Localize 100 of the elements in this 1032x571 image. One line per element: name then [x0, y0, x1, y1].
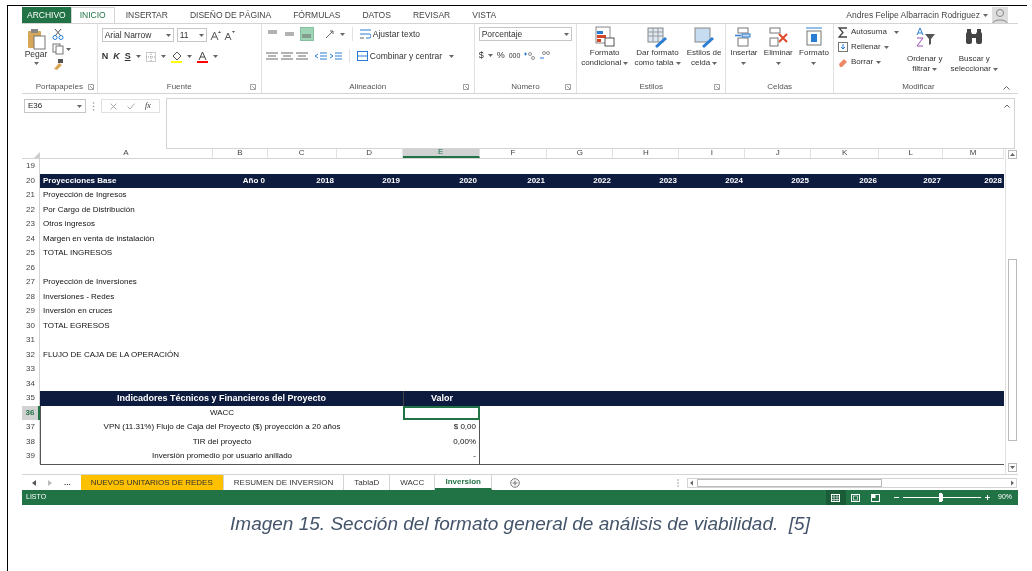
- cancel-icon[interactable]: [110, 102, 117, 110]
- column-header[interactable]: E: [402, 148, 480, 158]
- bold-button[interactable]: N: [101, 50, 109, 64]
- horizontal-align-icon[interactable]: [295, 51, 308, 61]
- dialog-launcher-icon[interactable]: [87, 84, 94, 90]
- autosum-button[interactable]: Autosuma: [837, 26, 899, 38]
- column-header[interactable]: M: [943, 148, 1004, 158]
- dialog-launcher-icon[interactable]: [249, 84, 256, 90]
- column-header[interactable]: K: [811, 148, 880, 158]
- font-color-icon[interactable]: [196, 50, 208, 63]
- column-header[interactable]: H: [613, 148, 680, 158]
- borders-icon[interactable]: [145, 51, 156, 62]
- merge-center-button[interactable]: Combinar y centrar: [356, 49, 443, 63]
- styles-button[interactable]: Formato condicional: [581, 26, 629, 68]
- avatar-icon[interactable]: [992, 7, 1008, 23]
- column-header[interactable]: L: [879, 148, 944, 158]
- fill-button[interactable]: Rellenar: [837, 41, 899, 53]
- ribbon-tab[interactable]: DISEÑO DE PÁGINA: [178, 7, 283, 23]
- scroll-right-icon[interactable]: [1008, 478, 1016, 487]
- paste-button[interactable]: Pegar: [24, 28, 48, 65]
- currency-button[interactable]: $: [478, 49, 484, 63]
- sort-filter-button[interactable]: Ordenar y filtrar: [906, 26, 943, 74]
- number-format-field[interactable]: Porcentaje: [478, 27, 573, 41]
- orientation-icon[interactable]: [324, 29, 337, 39]
- percent-button[interactable]: %: [496, 49, 505, 63]
- value-cell[interactable]: [403, 405, 480, 420]
- dialog-launcher-icon[interactable]: [714, 84, 721, 90]
- cells-button[interactable]: Eliminar: [763, 26, 793, 65]
- ribbon-tab[interactable]: VISTA: [461, 7, 508, 23]
- ribbon-tab[interactable]: ARCHIVO: [22, 7, 71, 23]
- vertical-scrollbar[interactable]: [1005, 148, 1018, 474]
- more-sheets-button[interactable]: ...: [64, 476, 71, 489]
- format-painter-icon[interactable]: [52, 58, 64, 70]
- styles-button[interactable]: Dar formato como tabla: [634, 26, 681, 68]
- sheet-tab[interactable]: Inversion: [435, 475, 492, 490]
- next-sheet-icon[interactable]: [48, 479, 52, 486]
- formula-field[interactable]: [165, 98, 1015, 149]
- fill-color-icon[interactable]: [170, 50, 182, 63]
- row-label: Proyección de Inversiones: [43, 276, 137, 289]
- horizontal-align-icon[interactable]: [265, 51, 278, 61]
- ribbon-tab[interactable]: INSERTAR: [114, 7, 179, 23]
- dialog-launcher-icon[interactable]: [462, 84, 469, 90]
- column-header[interactable]: A: [40, 148, 213, 158]
- wrap-text-button[interactable]: Ajustar texto: [359, 27, 421, 41]
- find-select-button[interactable]: Buscar y seleccionar: [950, 26, 998, 74]
- column-header[interactable]: G: [547, 148, 614, 158]
- italic-button[interactable]: K: [113, 50, 120, 64]
- column-header[interactable]: C: [267, 148, 337, 158]
- clear-button[interactable]: Borrar: [837, 56, 899, 68]
- zoom-in-icon[interactable]: [985, 495, 990, 500]
- shrink-font-icon[interactable]: [223, 29, 235, 41]
- add-sheet-icon[interactable]: [510, 477, 520, 488]
- styles-button[interactable]: Estilos de celda: [686, 26, 722, 68]
- increase-decimal-icon[interactable]: [524, 51, 536, 61]
- group-label: Celdas: [767, 81, 793, 93]
- dialog-launcher-icon[interactable]: [565, 84, 572, 90]
- column-header[interactable]: I: [679, 148, 746, 158]
- indicator-label: VPN (11.31%) Flujo de Caja del Proyecto ($) proyección a 20 años: [103, 421, 341, 434]
- vertical-align-button[interactable]: [299, 27, 314, 41]
- caret-icon: [883, 45, 889, 49]
- horizontal-scrollbar[interactable]: [687, 477, 1017, 488]
- font-name-field[interactable]: Arial Narrow: [101, 28, 174, 42]
- cells-button[interactable]: Insertar: [730, 26, 758, 65]
- scroll-thumb[interactable]: [1007, 259, 1017, 441]
- collapse-icon[interactable]: [1004, 104, 1010, 108]
- zoom-thumb[interactable]: [938, 493, 942, 502]
- insert-function-button[interactable]: fx: [145, 100, 151, 112]
- font-size-field[interactable]: 11: [176, 28, 207, 42]
- name-box[interactable]: E36: [24, 99, 86, 113]
- value-cell[interactable]: -: [403, 449, 480, 464]
- increase-indent-icon[interactable]: [329, 51, 342, 61]
- collapse-ribbon-icon[interactable]: [1003, 85, 1010, 90]
- grow-font-icon[interactable]: [209, 29, 221, 41]
- value-cell[interactable]: 0,00%: [403, 434, 480, 449]
- sheet-tab[interactable]: NUEVOS UNITARIOS DE REDES: [80, 475, 224, 490]
- decrease-indent-icon[interactable]: [314, 51, 327, 61]
- cut-icon[interactable]: [52, 28, 64, 40]
- previous-sheet-icon[interactable]: [32, 479, 36, 486]
- caret-icon: [811, 62, 817, 65]
- ribbon-tab[interactable]: FÓRMULAS: [282, 7, 352, 23]
- caret-icon: [198, 33, 204, 37]
- cells-button[interactable]: Formato: [799, 26, 829, 65]
- scroll-thumb[interactable]: [697, 478, 882, 487]
- value-cell[interactable]: $ 0,00: [403, 420, 480, 435]
- column-header[interactable]: J: [745, 148, 812, 158]
- view-button[interactable]: [826, 490, 846, 505]
- column-header[interactable]: F: [479, 148, 548, 158]
- column-header[interactable]: B: [212, 148, 268, 158]
- ribbon-tab[interactable]: DATOS: [351, 7, 402, 23]
- ribbon-tab[interactable]: REVISAR: [401, 7, 462, 23]
- underline-button[interactable]: S: [124, 50, 131, 64]
- scroll-up-icon[interactable]: [1007, 150, 1017, 159]
- caret-icon: [675, 61, 681, 65]
- column-header[interactable]: D: [336, 148, 403, 158]
- decrease-decimal-icon[interactable]: [539, 51, 551, 61]
- enter-icon[interactable]: [127, 102, 135, 110]
- ribbon-tab[interactable]: INICIO: [70, 7, 115, 23]
- horizontal-align-icon[interactable]: [280, 51, 293, 61]
- user-name[interactable]: Andres Felipe Albarracin Rodriguez: [846, 8, 980, 22]
- scroll-down-icon[interactable]: [1007, 463, 1017, 472]
